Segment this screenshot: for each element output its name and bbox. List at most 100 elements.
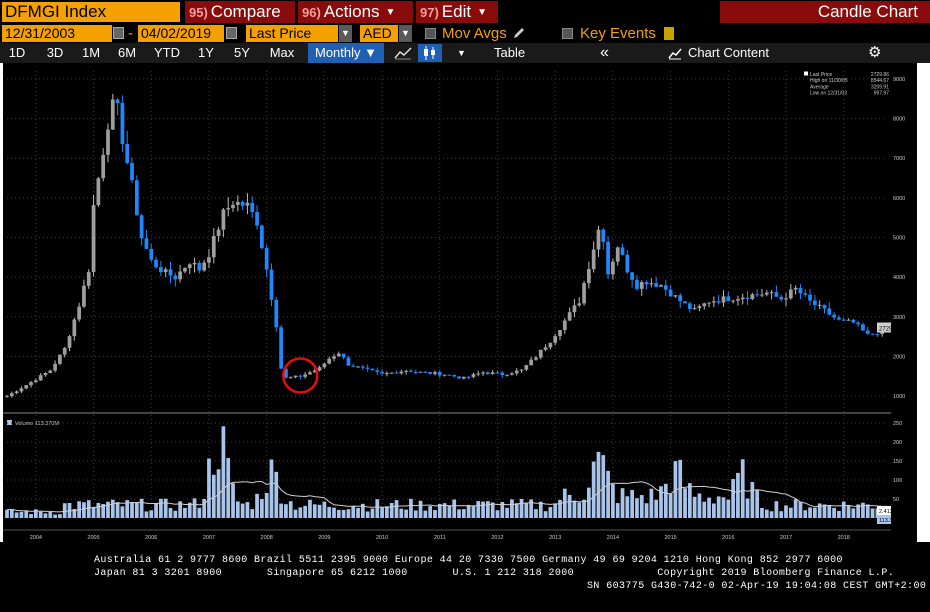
volume-bar: [731, 479, 735, 518]
volume-bar: [784, 505, 788, 518]
volume-bar: [303, 505, 308, 518]
edit-label: Edit: [441, 2, 472, 21]
candle-body: [404, 370, 408, 372]
period-6m[interactable]: 6M: [112, 43, 142, 63]
candle-body: [755, 294, 760, 296]
x-tick-label: 2011: [434, 535, 446, 541]
volume-bar: [726, 499, 731, 518]
frequency-select[interactable]: Monthly ▼: [308, 43, 384, 63]
candle-body: [649, 283, 654, 285]
y-axis-strip: 9000 8000 7000 6000 5000 4000 3000 2000 1000 250 2…: [891, 63, 917, 542]
candle-body: [861, 324, 865, 331]
period-1d[interactable]: 1D: [4, 43, 30, 63]
ticker-field[interactable]: DFMGI Index: [2, 2, 180, 22]
candle-body: [567, 312, 572, 321]
volume-bar: [702, 501, 707, 518]
actions-button[interactable]: 96) Actions ▼: [298, 1, 413, 23]
key-events-info-icon[interactable]: [664, 27, 674, 40]
candle-body: [159, 267, 163, 272]
candle-body: [471, 374, 476, 377]
volume-bar: [240, 503, 245, 518]
candle-body: [837, 317, 841, 320]
footer-phones-line: Australia 61 2 9777 8600 Brazil 5511 239…: [94, 555, 843, 566]
y-tick-label: 5000: [893, 236, 905, 242]
currency-select[interactable]: AED: [360, 25, 398, 42]
volume-bar: [538, 501, 543, 518]
chart-content-button[interactable]: Chart Content: [688, 43, 769, 63]
candle-body: [764, 292, 769, 295]
line-chart-icon[interactable]: [394, 46, 412, 60]
mov-avgs-checkbox[interactable]: [425, 28, 436, 39]
candle-body: [428, 371, 433, 374]
price-field-select[interactable]: Last Price: [246, 25, 338, 42]
volume-bar: [519, 498, 524, 518]
candle-body: [298, 375, 303, 377]
gear-icon[interactable]: ⚙: [868, 43, 881, 63]
candle-body: [832, 314, 836, 318]
period-1m[interactable]: 1M: [76, 43, 106, 63]
candle-body: [24, 385, 29, 389]
chart-panel[interactable]: 2729.86 Last Price 2729.86 High on 11/30/05…: [3, 63, 908, 542]
volume-bar: [418, 500, 423, 518]
right-scroll-strip[interactable]: [917, 63, 930, 542]
edit-shortcut: 97): [420, 5, 439, 20]
candle-body: [67, 336, 72, 348]
volume-bar: [466, 504, 471, 518]
period-5y[interactable]: 5Y: [228, 43, 256, 63]
volume-bar: [399, 508, 404, 518]
end-date-field[interactable]: 04/02/2019: [138, 25, 224, 42]
period-1y[interactable]: 1Y: [192, 43, 220, 63]
candle-body: [678, 295, 683, 302]
chevron-down-icon[interactable]: ▼: [457, 43, 466, 63]
chart-content-icon[interactable]: [668, 47, 682, 60]
candle-body: [822, 304, 827, 309]
volume-bar: [279, 503, 283, 518]
calendar-icon[interactable]: [113, 27, 124, 39]
candle-body: [96, 178, 101, 206]
candle-body: [524, 365, 529, 370]
key-events-checkbox[interactable]: [562, 28, 573, 39]
candle-body: [639, 282, 644, 289]
volume-bar: [259, 499, 264, 518]
candle-body: [856, 322, 861, 325]
table-button[interactable]: Table: [494, 43, 525, 63]
candle-body: [437, 372, 442, 376]
candle-body: [543, 347, 548, 350]
edit-button[interactable]: 97) Edit ▼: [416, 1, 498, 23]
pencil-icon[interactable]: [512, 27, 526, 40]
candle-body: [495, 372, 500, 374]
candle-body: [716, 301, 721, 303]
compare-button[interactable]: 95) Compare: [185, 1, 295, 23]
volume-bar: [692, 496, 697, 518]
frequency-label: Monthly: [314, 45, 361, 60]
chevron-down-icon[interactable]: ▼: [339, 25, 352, 42]
volume-bar: [740, 459, 745, 518]
volume-bar: [687, 483, 692, 518]
candle-body: [452, 375, 457, 377]
calendar-icon[interactable]: [226, 27, 237, 39]
candle-chart-icon[interactable]: [418, 44, 442, 62]
legend-label: Last Price: [810, 72, 832, 78]
period-3d[interactable]: 3D: [40, 43, 70, 63]
start-date-field[interactable]: 12/31/2003: [2, 25, 112, 42]
candle-chart[interactable]: 2729.86 Last Price 2729.86 High on 11/30/05…: [3, 63, 908, 542]
candle-body: [798, 287, 803, 294]
volume-bar: [144, 511, 149, 518]
period-ytd[interactable]: YTD: [148, 43, 186, 63]
volume-bar: [409, 498, 413, 518]
volume-bar: [606, 470, 610, 518]
volume-bar: [846, 505, 851, 518]
chevron-down-icon[interactable]: ▼: [399, 25, 412, 42]
x-tick-label: 2014: [607, 535, 619, 541]
volume-indicator-label: 2.4128: [879, 509, 891, 515]
candle-body: [582, 283, 586, 304]
candle-body: [514, 370, 519, 374]
collapse-button[interactable]: «: [600, 43, 609, 63]
volume-bar: [625, 496, 630, 518]
period-max[interactable]: Max: [262, 43, 302, 63]
candle-body: [322, 363, 327, 368]
volume-bar: [543, 511, 548, 518]
candle-body: [721, 296, 726, 303]
candle-body: [611, 261, 615, 275]
candle-body: [62, 347, 67, 355]
